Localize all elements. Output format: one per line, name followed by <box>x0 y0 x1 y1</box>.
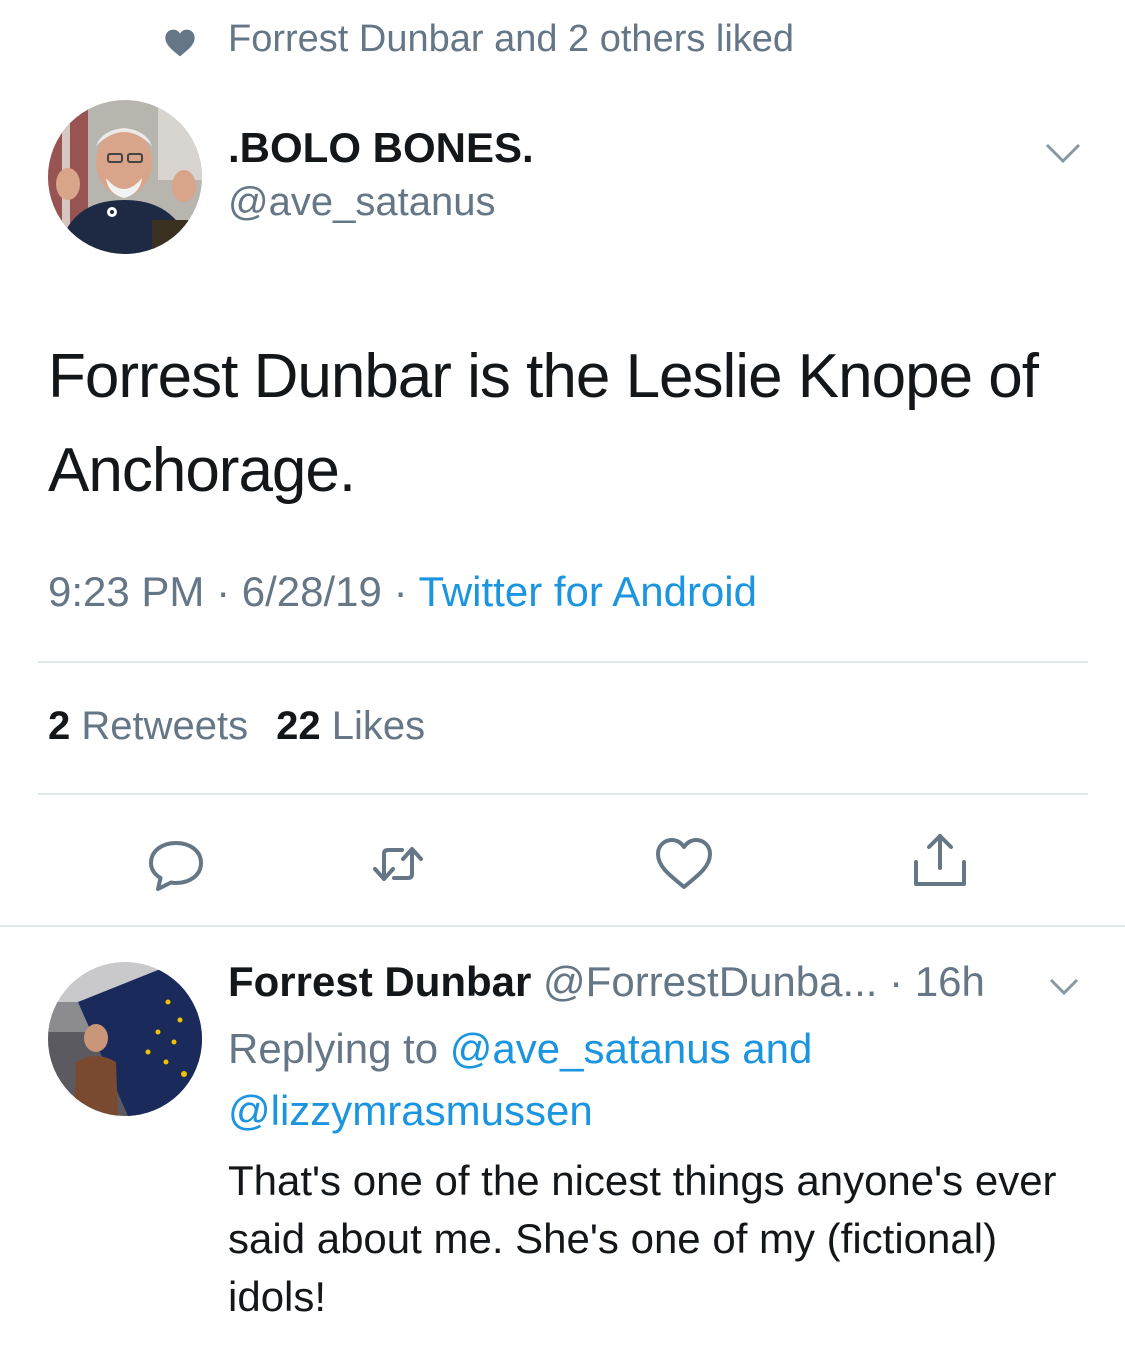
avatar-image <box>48 100 202 254</box>
social-context: Forrest Dunbar and 2 others liked <box>0 14 1125 66</box>
tweet-time: 9:23 PM <box>48 568 205 615</box>
author-display-name[interactable]: .BOLO BONES. <box>228 124 534 172</box>
meta-separator: · <box>393 568 408 615</box>
retweets-count: 2 <box>48 704 71 748</box>
retweets-stat[interactable]: 2 Retweets <box>48 704 248 748</box>
meta-separator: · <box>889 958 904 1005</box>
divider <box>0 925 1125 927</box>
reply-text: That's one of the nicest things anyone's… <box>228 1157 1057 1320</box>
tweet-source-link[interactable]: Twitter for Android <box>419 568 757 615</box>
divider <box>38 793 1088 795</box>
reply-author-avatar[interactable] <box>48 962 202 1116</box>
replying-to: Replying to @ave_satanus and @lizzymrasm… <box>228 1018 1108 1142</box>
mention-link[interactable]: @ave_satanus <box>450 1025 731 1072</box>
avatar-image <box>48 962 202 1116</box>
heart-icon <box>165 29 195 57</box>
likes-stat[interactable]: 22 Likes <box>276 704 425 748</box>
reply-icon[interactable] <box>146 834 206 894</box>
and-label: and <box>742 1025 813 1072</box>
reply-display-name[interactable]: Forrest Dunbar <box>228 958 531 1005</box>
retweets-label: Retweets <box>81 704 249 748</box>
retweet-icon[interactable] <box>368 834 428 894</box>
replying-to-label: Replying to <box>228 1025 439 1072</box>
meta-separator: · <box>216 568 231 615</box>
divider <box>38 661 1088 663</box>
share-icon[interactable] <box>910 830 970 890</box>
social-context-text: Forrest Dunbar and 2 others liked <box>228 18 795 60</box>
chevron-down-icon[interactable] <box>1044 140 1082 166</box>
reply-handle[interactable]: @ForrestDunba... <box>543 958 877 1005</box>
author-handle[interactable]: @ave_satanus <box>228 180 495 225</box>
tweet-text: Forrest Dunbar is the Leslie Knope of An… <box>48 342 1039 505</box>
mention-link[interactable]: @lizzymrasmussen <box>228 1087 593 1134</box>
author-avatar[interactable] <box>48 100 202 254</box>
likes-count: 22 <box>276 704 321 748</box>
reply-age: 16h <box>914 958 985 1005</box>
reply-header: Forrest Dunbar @ForrestDunba... · 16h <box>228 958 985 1006</box>
heart-outline-icon[interactable] <box>654 834 714 894</box>
tweet-date: 6/28/19 <box>241 568 382 615</box>
likes-label: Likes <box>331 704 426 748</box>
tweet-stats: 2 Retweets 22 Likes <box>48 704 425 749</box>
tweet-meta: 9:23 PM · 6/28/19 · Twitter for Android <box>48 568 757 616</box>
chevron-down-icon[interactable] <box>1048 976 1080 998</box>
